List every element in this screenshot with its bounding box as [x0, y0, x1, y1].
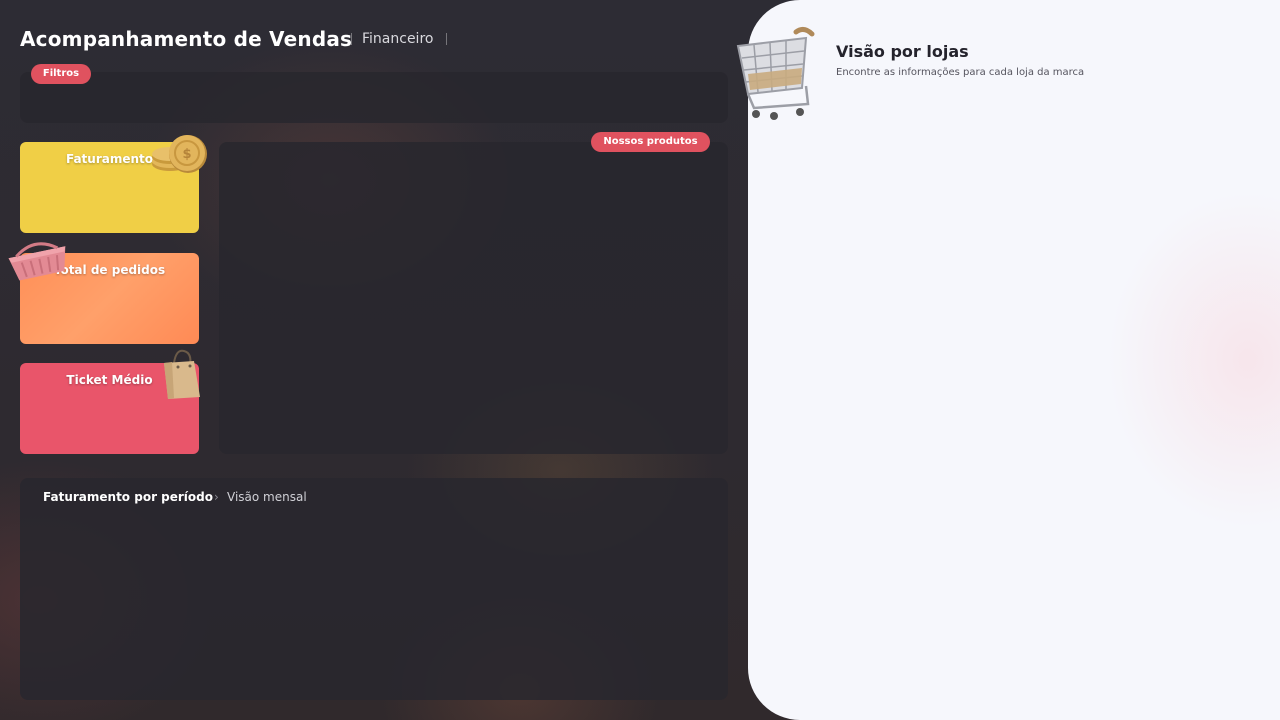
shopping-bag-icon [160, 347, 202, 401]
basket-icon [4, 240, 74, 284]
coins-icon: $ [148, 130, 210, 178]
header-divider [351, 33, 352, 45]
period-panel[interactable] [20, 478, 728, 700]
stores-panel: Visão por lojas Encontre as informações … [736, 0, 1280, 720]
products-panel[interactable] [219, 142, 728, 454]
page-subtitle: Financeiro [362, 31, 434, 47]
filters-panel[interactable] [20, 72, 728, 123]
stores-title: Visão por lojas [836, 42, 969, 61]
products-badge[interactable]: Nossos produtos [591, 132, 710, 152]
period-view-label[interactable]: Visão mensal [227, 490, 307, 504]
filters-badge[interactable]: Filtros [31, 64, 91, 84]
period-title: Faturamento por período [43, 490, 213, 504]
breadcrumb-chevron-icon: › [214, 490, 219, 504]
page-title: Acompanhamento de Vendas [20, 27, 353, 51]
shopping-cart-icon [734, 24, 820, 124]
svg-text:$: $ [182, 147, 191, 162]
header-divider-end [446, 33, 447, 45]
stores-subtitle: Encontre as informações para cada loja d… [836, 67, 1085, 78]
